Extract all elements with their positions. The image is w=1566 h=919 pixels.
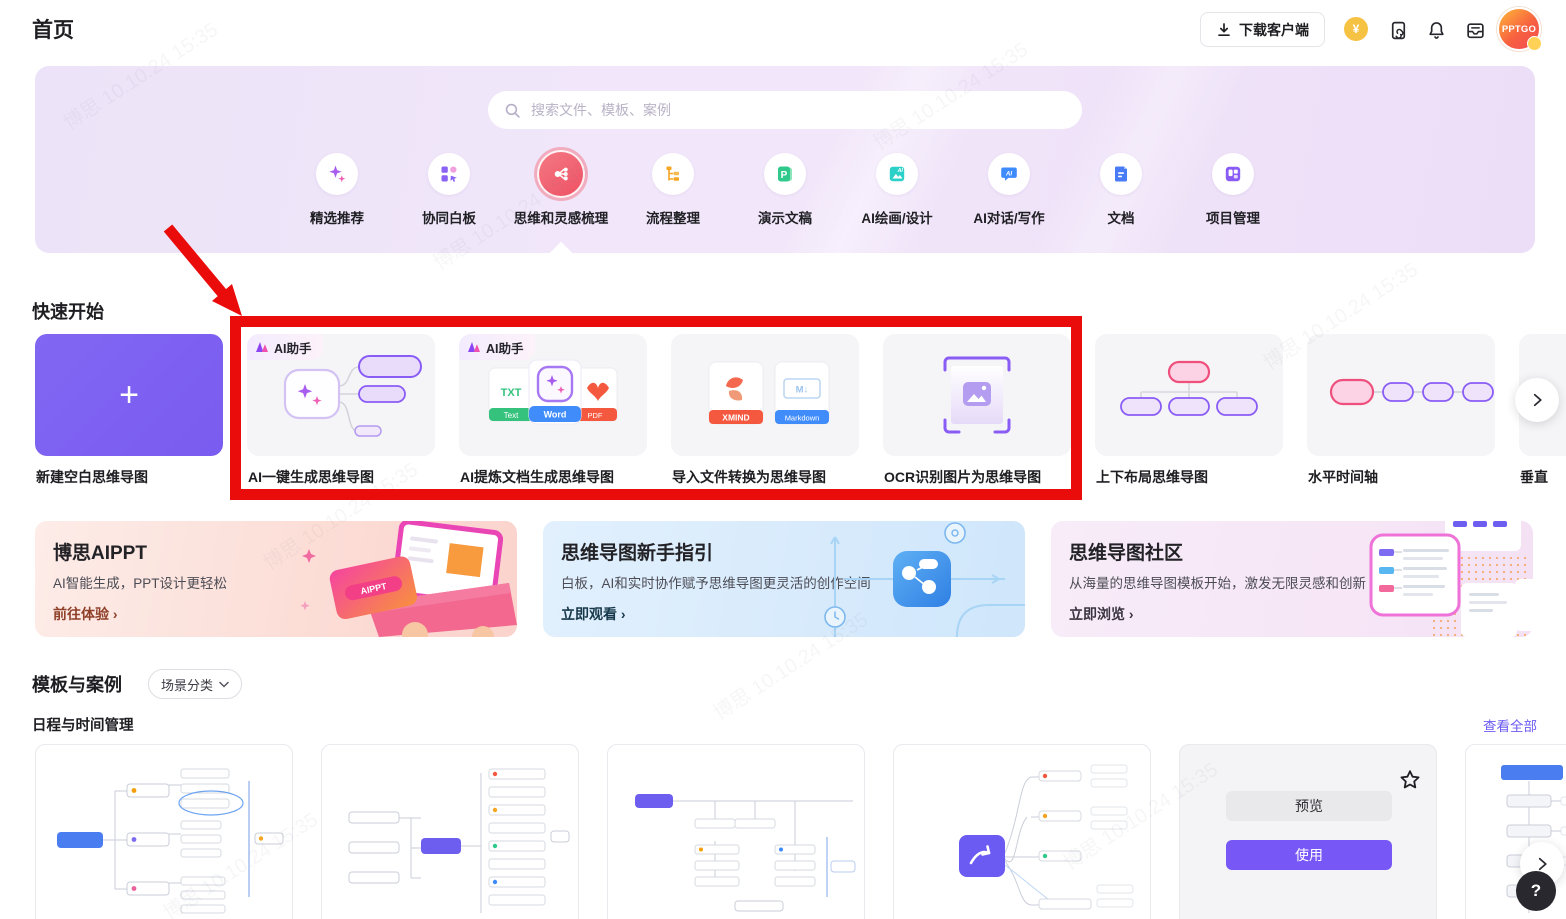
template-thumbnail [57,768,284,914]
svg-text:TXT: TXT [501,387,522,399]
tree-layout-illustration [1120,360,1258,416]
ai-chat-icon: AI [988,153,1030,195]
templates-heading: 模板与案例 [32,675,122,695]
ai-image-icon: AI [876,153,918,195]
category-project[interactable]: 项目管理 [1171,153,1295,227]
svg-text:Markdown: Markdown [785,414,820,423]
avatar-text: PPTGO [1501,23,1537,35]
search-input[interactable] [531,102,1066,118]
presentation-icon: P [764,153,806,195]
ocr-image-to-mindmap-card[interactable] [883,334,1071,456]
category-slides[interactable]: P 演示文稿 [723,153,847,227]
timeline-illustration [1329,378,1494,406]
template-card[interactable] [321,744,579,919]
quick-start-heading: 快速开始 [32,302,104,322]
avatar[interactable]: PPTGO [1497,7,1542,51]
quick-card-ai-generate: AI助手 AI一键生成思维导图 [247,334,435,494]
search-box[interactable] [488,91,1082,129]
quick-start-next-button[interactable] [1515,378,1559,422]
svg-text:AI: AI [1005,170,1012,177]
promo-aippt-link[interactable]: 前往体验 › [53,604,118,624]
template-row-title: 日程与时间管理 [32,718,134,734]
template-thumbnail [635,794,856,912]
category-whiteboard[interactable]: 协同白板 [387,153,511,227]
svg-text:PDF: PDF [588,411,603,420]
inbox-icon[interactable] [1464,19,1486,41]
promo-community[interactable]: 思维导图社区 从海量的思维导图模板开始，激发无限灵感和创新 立即浏览 › [1051,521,1533,637]
avatar-vip-badge [1527,36,1542,51]
promo-guide-link[interactable]: 立即观看 › [561,604,626,624]
svg-text:XMIND: XMIND [722,413,749,423]
sparkles-icon [316,153,358,195]
ai-logo-icon [468,342,480,352]
template-thumbnail [959,764,1134,910]
plus-icon: + [119,376,139,414]
page-title: 首页 [32,19,74,42]
new-blank-mindmap-card[interactable]: + [35,334,223,456]
promo-guide[interactable]: 思维导图新手指引 白板，AI和实时协作赋予思维导图更灵活的创作空间 立即观看 › [543,521,1025,637]
ai-generate-mindmap-card[interactable]: AI助手 [247,334,435,456]
template-card[interactable] [35,744,293,919]
import-file-to-mindmap-card[interactable]: XMIND M↓ Markdown [671,334,859,456]
quick-card-tree-layout: 上下布局思维导图 [1095,334,1283,494]
preview-button[interactable]: 预览 [1226,791,1392,821]
template-card[interactable] [607,744,865,919]
category-docs[interactable]: 文档 [1059,153,1183,227]
ai-doc-to-mindmap-card[interactable]: AI助手 TXT Text PDF Word [459,334,647,456]
download-icon [1218,22,1230,36]
ai-assistant-badge: AI助手 [247,334,323,360]
annotation-arrow-head [212,284,242,316]
category-ai-chat[interactable]: AI AI对话/写作 [947,153,1071,227]
favorite-star-icon[interactable] [1399,769,1421,791]
ai-logo-icon [256,342,268,352]
aippt-illustration: AIPPT [300,521,517,637]
horizontal-timeline-card[interactable] [1307,334,1495,456]
home-page: 博思 10.10.24 15:35 博思 10.10.24 15:35 博思 1… [0,0,1566,919]
promo-community-link[interactable]: 立即浏览 › [1069,604,1134,624]
promo-aippt[interactable]: 博思AIPPT AI智能生成，PPT设计更轻松 前往体验 › AIPPT [35,521,517,637]
template-card[interactable] [893,744,1151,919]
quick-card-ai-doc: AI助手 TXT Text PDF Word AI提炼文档生成思维导图 [459,334,647,494]
svg-text:P: P [781,170,788,181]
whiteboard-icon [428,153,470,195]
coin-icon[interactable]: ¥ [1344,17,1368,41]
category-featured[interactable]: 精选推荐 [275,153,399,227]
scene-filter-dropdown[interactable]: 场景分类 [148,669,243,699]
quick-card-import-file: XMIND M↓ Markdown 导入文件转换为思维导图 [671,334,859,494]
community-illustration [1369,521,1533,637]
download-client-button[interactable]: 下载客户端 [1200,12,1325,47]
template-thumbnail [348,768,570,913]
svg-text:AI: AI [896,168,903,174]
chevron-down-icon [219,681,229,688]
quick-card-ocr: OCR识别图片为思维导图 [883,334,1071,494]
doc-link-icon[interactable] [1387,19,1409,41]
document-icon [1100,153,1142,195]
svg-text:Text: Text [504,411,519,420]
category-flowchart[interactable]: 流程整理 [611,153,735,227]
bell-icon[interactable] [1425,19,1447,41]
category-ai-design[interactable]: AI AI绘画/设计 [835,153,959,227]
ocr-scan-illustration [943,356,1011,434]
tree-layout-mindmap-card[interactable] [1095,334,1283,456]
search-icon [505,103,520,118]
template-card-hovered[interactable]: 预览 使用 [1179,744,1437,919]
view-all-link[interactable]: 查看全部 [1483,715,1537,735]
category-mindmap[interactable]: 思维和灵感梳理 [499,150,623,227]
download-label: 下载客户端 [1239,21,1309,38]
use-button[interactable]: 使用 [1226,840,1392,870]
hero-banner: 精选推荐 协同白板 [35,66,1535,253]
svg-text:M↓: M↓ [796,385,809,396]
chevron-right-icon [1533,393,1542,407]
import-files-illustration: XMIND M↓ Markdown [708,361,830,425]
flowchart-icon [652,153,694,195]
guide-illustration [824,522,1025,637]
ai-assistant-badge: AI助手 [459,334,535,360]
svg-text:Word: Word [544,410,567,420]
kanban-icon [1212,153,1254,195]
help-button[interactable]: ? [1516,871,1556,911]
quick-card-timeline: 水平时间轴 [1307,334,1495,494]
mindmap-icon [537,150,585,198]
quick-card-new-blank: + 新建空白思维导图 [35,334,223,494]
